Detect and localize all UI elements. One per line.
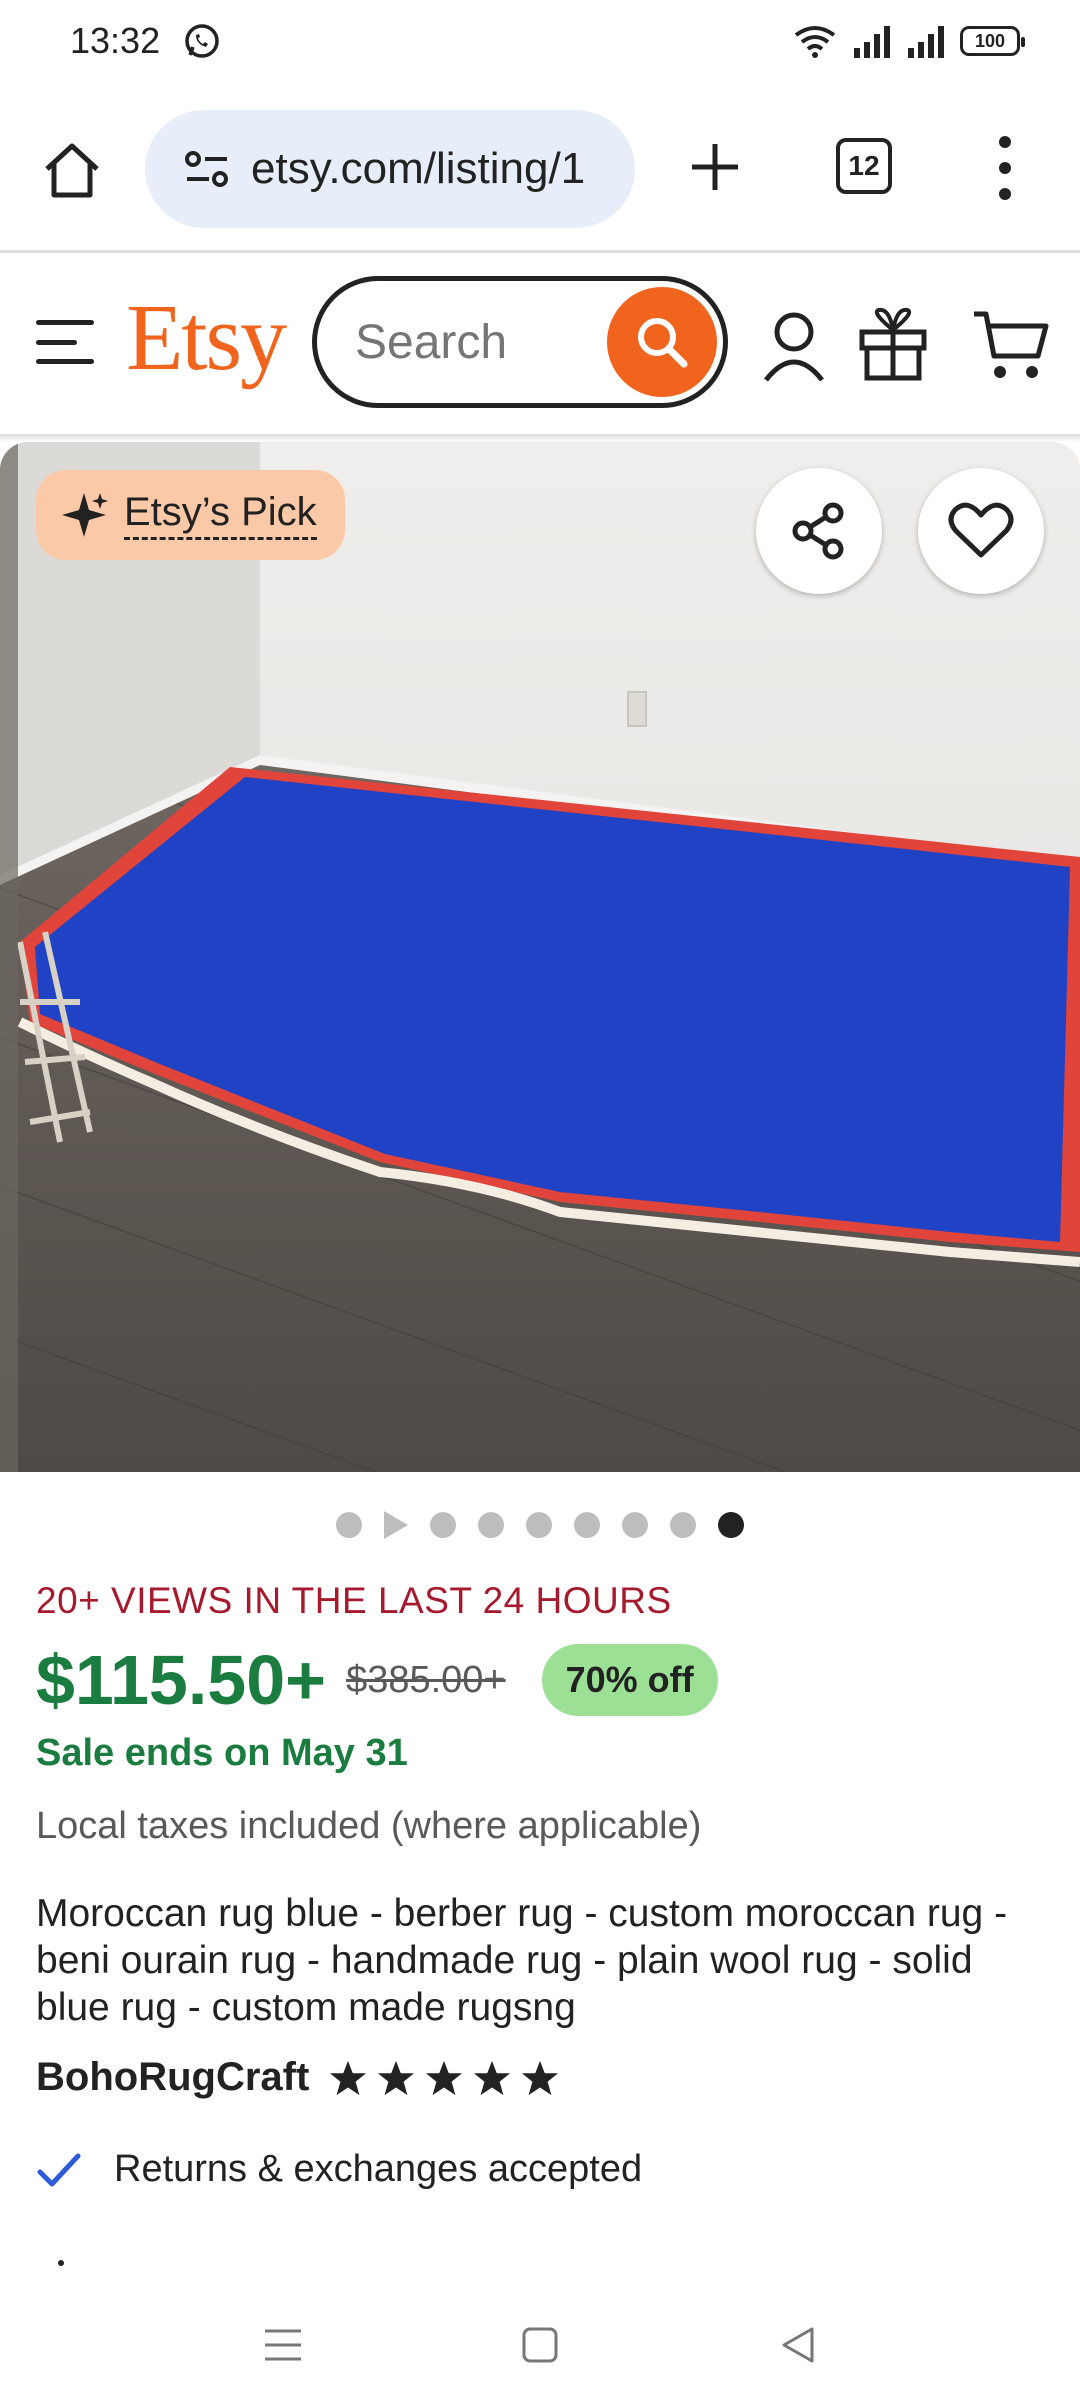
sale-price: $115.50+	[36, 1641, 327, 1719]
tab-count: 12	[848, 150, 880, 181]
menu-dot	[999, 188, 1011, 200]
etsys-pick-label: Etsy’s Pick	[124, 490, 317, 540]
etsy-logo[interactable]: Etsy	[126, 284, 287, 392]
rug-photo	[0, 442, 1080, 1472]
star-icon	[378, 2060, 415, 2095]
search-input[interactable]: Search	[312, 276, 728, 408]
discount-badge: 70% off	[541, 1644, 718, 1716]
battery-level: 100	[974, 30, 1006, 51]
star-icon	[426, 2060, 463, 2095]
carousel-dot[interactable]	[622, 1512, 648, 1538]
status-bar: 13:32 100	[0, 0, 1080, 82]
status-icons: 100	[792, 23, 1025, 59]
plus-icon	[692, 144, 738, 190]
search-button[interactable]	[607, 287, 717, 397]
share-icon	[792, 502, 844, 560]
system-nav-bar	[0, 2290, 1080, 2400]
search-icon	[638, 318, 688, 368]
carousel-dot[interactable]	[670, 1512, 696, 1538]
menu-dot	[999, 162, 1011, 174]
account-icon[interactable]	[758, 308, 830, 384]
whatsapp-icon	[185, 24, 219, 58]
signal-icon	[854, 26, 890, 58]
favorite-button[interactable]	[918, 468, 1044, 594]
hamburger-menu-icon[interactable]	[36, 320, 94, 364]
signal-icon-2	[908, 26, 944, 58]
star-icon	[474, 2060, 511, 2095]
browser-toolbar: etsy.com/listing/1 12	[0, 100, 1080, 236]
search-placeholder: Search	[355, 315, 508, 369]
returns-row: Returns & exchanges accepted	[36, 2148, 642, 2191]
bullet-dot	[58, 2260, 64, 2266]
back-triangle-icon	[782, 2327, 814, 2363]
header-shadow	[0, 434, 1080, 442]
status-time: 13:32	[70, 20, 161, 61]
tab-switcher-button[interactable]: 12	[836, 138, 892, 194]
home-nav-button[interactable]	[515, 2320, 565, 2370]
sparkle-icon	[62, 493, 108, 537]
recents-icon	[265, 2329, 301, 2361]
star-icon	[330, 2060, 367, 2095]
rating-stars[interactable]	[329, 2059, 559, 2097]
divider	[0, 250, 1080, 253]
listing-image[interactable]: Etsy’s Pick	[0, 442, 1080, 1472]
carousel-video-icon[interactable]	[384, 1511, 408, 1539]
site-settings-icon	[185, 151, 228, 187]
home-icon	[45, 143, 99, 198]
original-price: $385.00+	[346, 1658, 506, 1701]
returns-text: Returns & exchanges accepted	[114, 2148, 643, 2190]
price-row: $115.50+ $385.00+ 70% off	[36, 1640, 718, 1720]
sale-ends-text: Sale ends on May 31	[36, 1732, 408, 1774]
listing-title: Moroccan rug blue - berber rug - custom …	[36, 1892, 1008, 2029]
cart-icon[interactable]	[972, 306, 1052, 382]
gift-icon[interactable]	[858, 306, 928, 382]
url-text: etsy.com/listing/1	[251, 144, 586, 193]
carousel-dot-active[interactable]	[718, 1512, 744, 1538]
carousel-dot[interactable]	[430, 1512, 456, 1538]
wifi-icon	[794, 26, 836, 58]
heart-icon	[948, 502, 1014, 558]
share-button[interactable]	[756, 468, 882, 594]
menu-dot	[999, 136, 1011, 148]
recents-button[interactable]	[258, 2320, 308, 2370]
square-icon	[522, 2327, 558, 2363]
address-bar[interactable]: etsy.com/listing/1	[145, 110, 635, 228]
etsys-pick-badge[interactable]: Etsy’s Pick	[36, 470, 345, 560]
back-button[interactable]	[772, 2320, 822, 2370]
checkmark-icon	[37, 2153, 81, 2186]
carousel-dot[interactable]	[478, 1512, 504, 1538]
carousel-dot[interactable]	[574, 1512, 600, 1538]
shop-name-link[interactable]: BohoRugCraft	[36, 2055, 309, 2100]
image-carousel-dots[interactable]	[0, 1510, 1080, 1540]
carousel-dot[interactable]	[526, 1512, 552, 1538]
etsy-header: Etsy Search	[0, 254, 1080, 434]
shop-row[interactable]: BohoRugCraft	[36, 2055, 559, 2100]
new-tab-button[interactable]	[680, 132, 750, 202]
views-count: 20+ VIEWS IN THE LAST 24 HOURS	[36, 1580, 672, 1621]
carousel-dot[interactable]	[336, 1512, 362, 1538]
browser-menu-button[interactable]	[985, 130, 1025, 206]
home-button[interactable]	[36, 134, 108, 206]
taxes-note: Local taxes included (where applicable)	[36, 1805, 702, 1847]
star-icon	[522, 2060, 559, 2095]
battery-icon: 100	[960, 26, 1025, 56]
